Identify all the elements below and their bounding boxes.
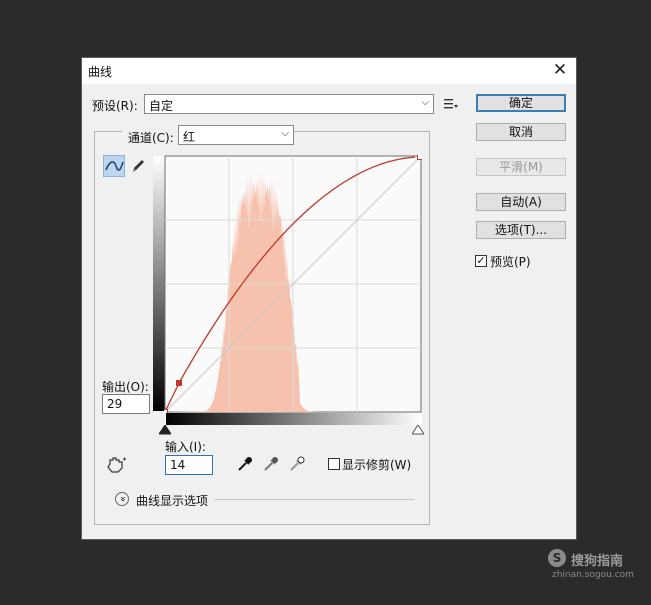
expand-options-icon[interactable]: » [115, 492, 129, 506]
pencil-icon[interactable] [130, 157, 146, 175]
point-curve-tool-button[interactable] [103, 155, 125, 177]
output-field[interactable]: 29 [102, 394, 150, 414]
options-button[interactable]: 选项(T)... [476, 221, 566, 239]
curve-control-point[interactable] [176, 380, 182, 386]
chevron-down-icon: ⌵ [421, 97, 429, 108]
output-label: 输出(O): [102, 380, 149, 394]
curve-control-point[interactable] [164, 409, 168, 414]
input-label: 输入(I): [165, 440, 206, 454]
input-field[interactable]: 14 [165, 455, 213, 475]
watermark-url: zhinan.sogou.com [552, 570, 634, 580]
cancel-button[interactable]: 取消 [476, 123, 566, 141]
close-icon[interactable]: ✕ [550, 60, 570, 80]
preview-label: 预览(P) [490, 255, 531, 269]
preset-select[interactable]: 自定 ⌵ [144, 94, 434, 114]
title-bar[interactable]: 曲线 ✕ [82, 58, 576, 84]
black-point-slider-icon[interactable] [159, 425, 171, 435]
curves-dialog: 曲线 ✕ 预设(R): 自定 ⌵ 确定 取消 平滑(M) 自动(A) 选项(T)… [81, 57, 577, 540]
preset-value: 自定 [149, 99, 174, 113]
ok-button[interactable]: 确定 [476, 94, 566, 112]
show-clipping-checkbox[interactable] [328, 458, 340, 470]
auto-button[interactable]: 自动(A) [476, 193, 566, 211]
preview-checkbox[interactable]: ✓ [475, 255, 487, 267]
curve-display-options-label[interactable]: 曲线显示选项 [136, 492, 208, 509]
curves-graph[interactable] [164, 155, 422, 413]
watermark-brand: 搜狗指南 [571, 554, 624, 569]
preset-menu-icon[interactable] [444, 98, 458, 110]
white-point-slider-icon[interactable] [412, 425, 424, 435]
curve-icon [105, 161, 124, 171]
dialog-title: 曲线 [88, 65, 113, 79]
channel-select[interactable]: 红 ⌵ [178, 125, 294, 145]
gray-eyedropper-icon[interactable] [262, 455, 280, 473]
smooth-button[interactable]: 平滑(M) [476, 158, 566, 176]
preset-label: 预设(R): [92, 99, 138, 113]
on-image-adjust-hand-icon[interactable] [106, 456, 128, 474]
black-eyedropper-icon[interactable] [236, 455, 254, 473]
input-gradient-bar [166, 413, 422, 425]
channel-label: 通道(C): [128, 131, 174, 145]
channel-value: 红 [183, 130, 196, 144]
sogou-logo-icon: S [548, 549, 566, 567]
white-eyedropper-icon[interactable] [288, 455, 306, 473]
curve-control-point[interactable] [417, 155, 423, 160]
chevron-down-icon: ⌵ [281, 128, 289, 139]
show-clipping-label: 显示修剪(W) [342, 458, 412, 472]
divider [214, 499, 414, 500]
